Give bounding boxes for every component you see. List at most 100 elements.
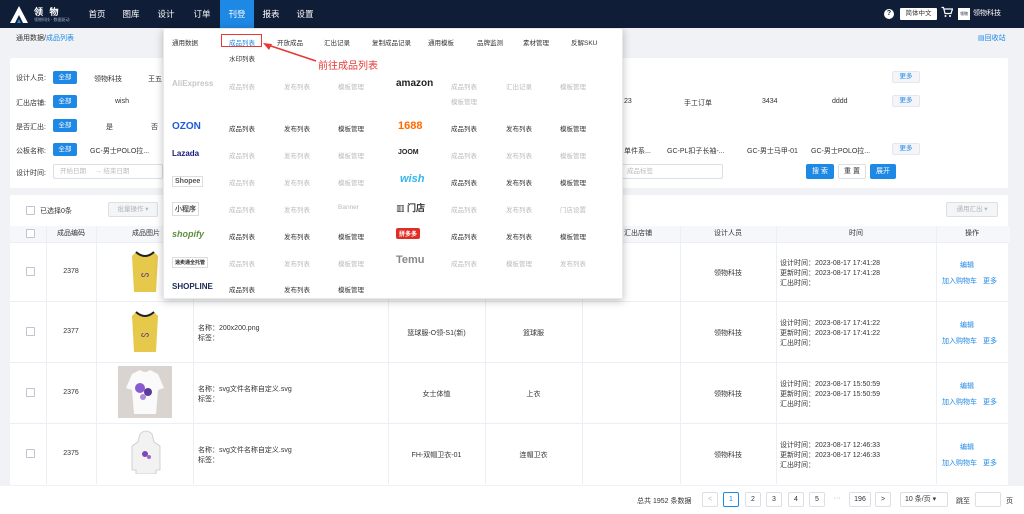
platform-link[interactable]: 成品列表 — [229, 150, 255, 160]
platform-link[interactable]: 成品列表 — [451, 81, 477, 91]
add-to-cart-link[interactable]: 加入购物车 — [942, 276, 977, 286]
exported-option-no[interactable]: 否 — [151, 122, 158, 132]
platform-link[interactable]: 发布列表 — [284, 284, 310, 294]
more-link[interactable]: 更多 — [983, 336, 997, 346]
platform-link[interactable]: 发布列表 — [284, 81, 310, 91]
platform-link[interactable]: 发布列表 — [506, 204, 532, 214]
user-name[interactable]: 领物科技 — [973, 0, 1001, 28]
platform-lazada[interactable]: Lazada — [172, 149, 199, 158]
template-option[interactable]: 单件系... — [624, 146, 651, 156]
platform-link[interactable]: 发布列表 — [284, 150, 310, 160]
platform-joom[interactable]: JOOM — [398, 149, 419, 156]
store-option[interactable]: 3434 — [762, 98, 778, 105]
nav-reports[interactable]: 报表 — [256, 0, 286, 28]
platform-shopee[interactable]: Shopee — [172, 176, 204, 187]
more-link[interactable]: 更多 — [983, 458, 997, 468]
platform-link[interactable]: 成品列表 — [229, 177, 255, 187]
template-all-button[interactable]: 全部 — [53, 143, 77, 156]
store-more-button[interactable]: 更多 — [892, 95, 920, 107]
platform-link[interactable]: 成品列表 — [229, 204, 255, 214]
platform-link[interactable]: 成品列表 — [451, 177, 477, 187]
platform-link[interactable]: 成品列表 — [229, 258, 255, 268]
platform-link[interactable]: 发布列表 — [506, 123, 532, 133]
nav-design[interactable]: 设计 — [150, 0, 182, 28]
nav-settings[interactable]: 设置 — [290, 0, 320, 28]
help-icon[interactable]: ? — [884, 9, 894, 19]
platform-link[interactable]: 模板管理 — [560, 123, 586, 133]
date-range-input[interactable]: 开始日期 → 结束日期 — [53, 164, 163, 179]
template-option[interactable]: GC-男士POLO拉... — [811, 146, 870, 156]
pager-next-button[interactable]: > — [875, 492, 891, 507]
pager-page[interactable]: 2 — [745, 492, 761, 507]
platform-link[interactable]: 成品列表 — [451, 231, 477, 241]
exported-option-yes[interactable]: 是 — [106, 122, 113, 132]
nav-home[interactable]: 首页 — [82, 0, 112, 28]
product-image[interactable] — [130, 430, 162, 474]
language-select[interactable]: 简体中文 — [900, 8, 937, 20]
platform-link[interactable]: 成品列表 — [229, 81, 255, 91]
row-checkbox[interactable] — [26, 327, 35, 336]
menu-materials[interactable]: 素材管理 — [523, 37, 549, 47]
edit-link[interactable]: 编辑 — [960, 381, 974, 391]
avatar[interactable]: 领物 — [958, 8, 970, 20]
pager-page[interactable]: 5 — [809, 492, 825, 507]
platform-link[interactable]: 发布列表 — [284, 123, 310, 133]
platform-link[interactable]: 模板管理 — [338, 150, 364, 160]
logo[interactable]: 领 物 领物科技 · 数据驱动 — [8, 3, 78, 25]
platform-link[interactable]: 发布列表 — [284, 204, 310, 214]
platform-amazon[interactable]: amazon — [396, 78, 433, 89]
platform-wish[interactable]: wish — [400, 173, 424, 185]
menu-general-templates[interactable]: 通用模板 — [428, 37, 454, 47]
platform-mini-program[interactable]: 小程序 — [172, 202, 199, 216]
platform-link[interactable]: 发布列表 — [506, 231, 532, 241]
platform-link[interactable]: 发布列表 — [284, 177, 310, 187]
platform-temu[interactable]: Temu — [396, 254, 425, 266]
platform-link[interactable]: 模板管理 — [338, 177, 364, 187]
batch-operation-button[interactable]: 批量操作 ▾ — [108, 202, 158, 217]
platform-link[interactable]: 成品列表 — [229, 284, 255, 294]
platform-link[interactable]: Banner — [338, 204, 359, 211]
pager-page[interactable]: 4 — [788, 492, 804, 507]
edit-link[interactable]: 编辑 — [960, 260, 974, 270]
menu-export-records[interactable]: 汇出记录 — [324, 37, 350, 47]
platform-aliexpress[interactable]: AliExpress — [172, 79, 213, 88]
platform-link[interactable]: 模板管理 — [451, 96, 477, 106]
platform-link[interactable]: 汇出记录 — [506, 81, 532, 91]
platform-shopline[interactable]: SHOPLINE — [172, 282, 213, 291]
template-more-button[interactable]: 更多 — [892, 143, 920, 155]
platform-link[interactable]: 发布列表 — [560, 258, 586, 268]
expand-button[interactable]: 展开 — [870, 164, 896, 179]
platform-link[interactable]: 模板管理 — [506, 258, 532, 268]
row-checkbox[interactable] — [26, 267, 35, 276]
platform-store[interactable]: ▥ 门店 — [396, 201, 425, 214]
platform-link[interactable]: 模板管理 — [338, 81, 364, 91]
cart-icon[interactable] — [941, 6, 953, 18]
platform-link[interactable]: 成品列表 — [229, 231, 255, 241]
product-image[interactable]: ᔕ — [128, 310, 162, 354]
designer-more-button[interactable]: 更多 — [892, 71, 920, 83]
nav-gallery[interactable]: 图库 — [116, 0, 146, 28]
menu-copy-records[interactable]: 复制成品记录 — [372, 37, 411, 47]
pager-page[interactable]: 1 — [723, 492, 739, 507]
platform-link[interactable]: 成品列表 — [451, 258, 477, 268]
recycle-bin-link[interactable]: ▤回收站 — [978, 33, 1006, 43]
platform-link[interactable]: 模板管理 — [338, 123, 364, 133]
platform-shopify[interactable]: shopify — [172, 229, 204, 239]
add-to-cart-link[interactable]: 加入购物车 — [942, 336, 977, 346]
tag-input[interactable]: 成品标签 — [620, 164, 723, 179]
select-all-checkbox-top[interactable] — [26, 206, 35, 215]
platform-aliexpress-managed[interactable]: 速卖通全托管 — [172, 257, 209, 268]
platform-link[interactable]: 模板管理 — [338, 258, 364, 268]
platform-link[interactable]: 模板管理 — [338, 231, 364, 241]
exported-all-button[interactable]: 全部 — [53, 119, 77, 132]
platform-link[interactable]: 发布列表 — [284, 231, 310, 241]
platform-link[interactable]: 门店设置 — [560, 204, 586, 214]
add-to-cart-link[interactable]: 加入购物车 — [942, 397, 977, 407]
platform-pinduoduo[interactable]: 拼多多 — [396, 228, 421, 239]
template-option[interactable]: GC-PL扣子长袖-... — [667, 146, 725, 156]
designer-option[interactable]: 王五 — [148, 74, 162, 84]
pager-last-page[interactable]: 196 — [849, 492, 871, 507]
export-button[interactable]: 通用汇出 ▾ — [946, 202, 998, 217]
page-size-select[interactable]: 10 条/页 ▾ — [900, 492, 948, 507]
pager-prev-button[interactable]: < — [702, 492, 718, 507]
